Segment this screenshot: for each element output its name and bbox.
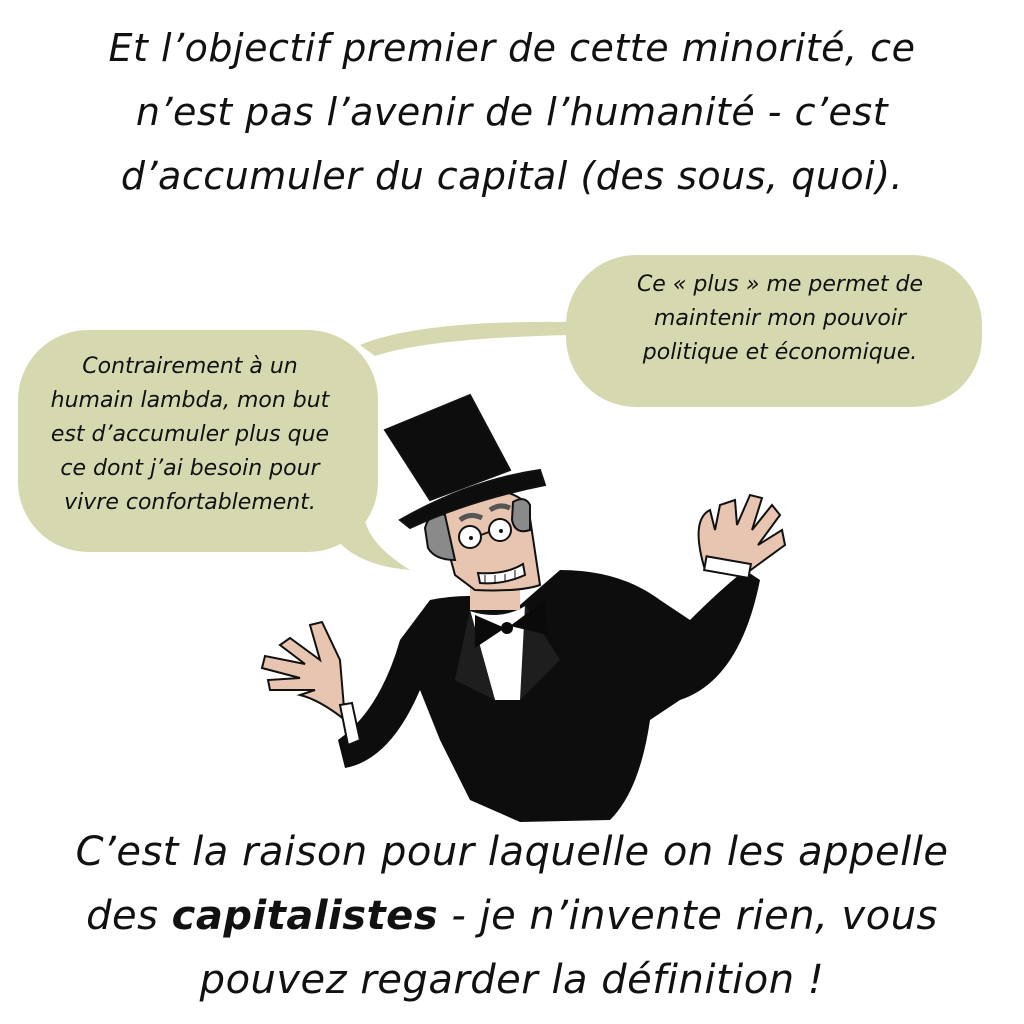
bottom-caption-line-2: des capitalistes - je n’invente rien, vo… [0,884,1024,948]
bottom-caption-line-2-prefix: des [86,893,172,939]
bubble-right-line-1: Ce « plus » me permet de [636,272,924,297]
bottom-caption-line-3: pouvez regarder la définition ! [199,957,825,1003]
capitalistes-word: capitalistes [171,893,439,939]
bubble-left-line-5: vivre confortablement. [64,490,316,515]
bubble-left-line-2: humain lambda, mon but [50,388,330,413]
bubble-right-line-3: politique et économique. [642,340,918,365]
bubble-right-line-2: maintenir mon pouvoir [653,306,907,331]
bottom-caption: C’est la raison pour laquelle on les app… [0,820,1024,1012]
bubble-left-line-1: Contrairement à un [82,354,298,379]
top-caption-line-2: n’est pas l’avenir de l’humanité - c’est [135,90,889,134]
top-caption-line-1: Et l’objectif premier de cette minorité,… [108,26,916,70]
bubble-left-line-4: ce dont j’ai besoin pour [60,456,320,481]
bottom-caption-line-1: C’est la raison pour laquelle on les app… [75,829,949,875]
bottom-caption-line-2-suffix: - je n’invente rien, vous [438,893,938,939]
bubble-left-line-3: est d’accumuler plus que [50,422,330,447]
speech-bubble-left-text: Contrairement à un humain lambda, mon bu… [10,350,370,520]
speech-bubble-right-text: Ce « plus » me permet de maintenir mon p… [580,268,980,370]
top-caption: Et l’objectif premier de cette minorité,… [0,16,1024,208]
top-caption-line-3: d’accumuler du capital (des sous, quoi). [120,154,904,198]
